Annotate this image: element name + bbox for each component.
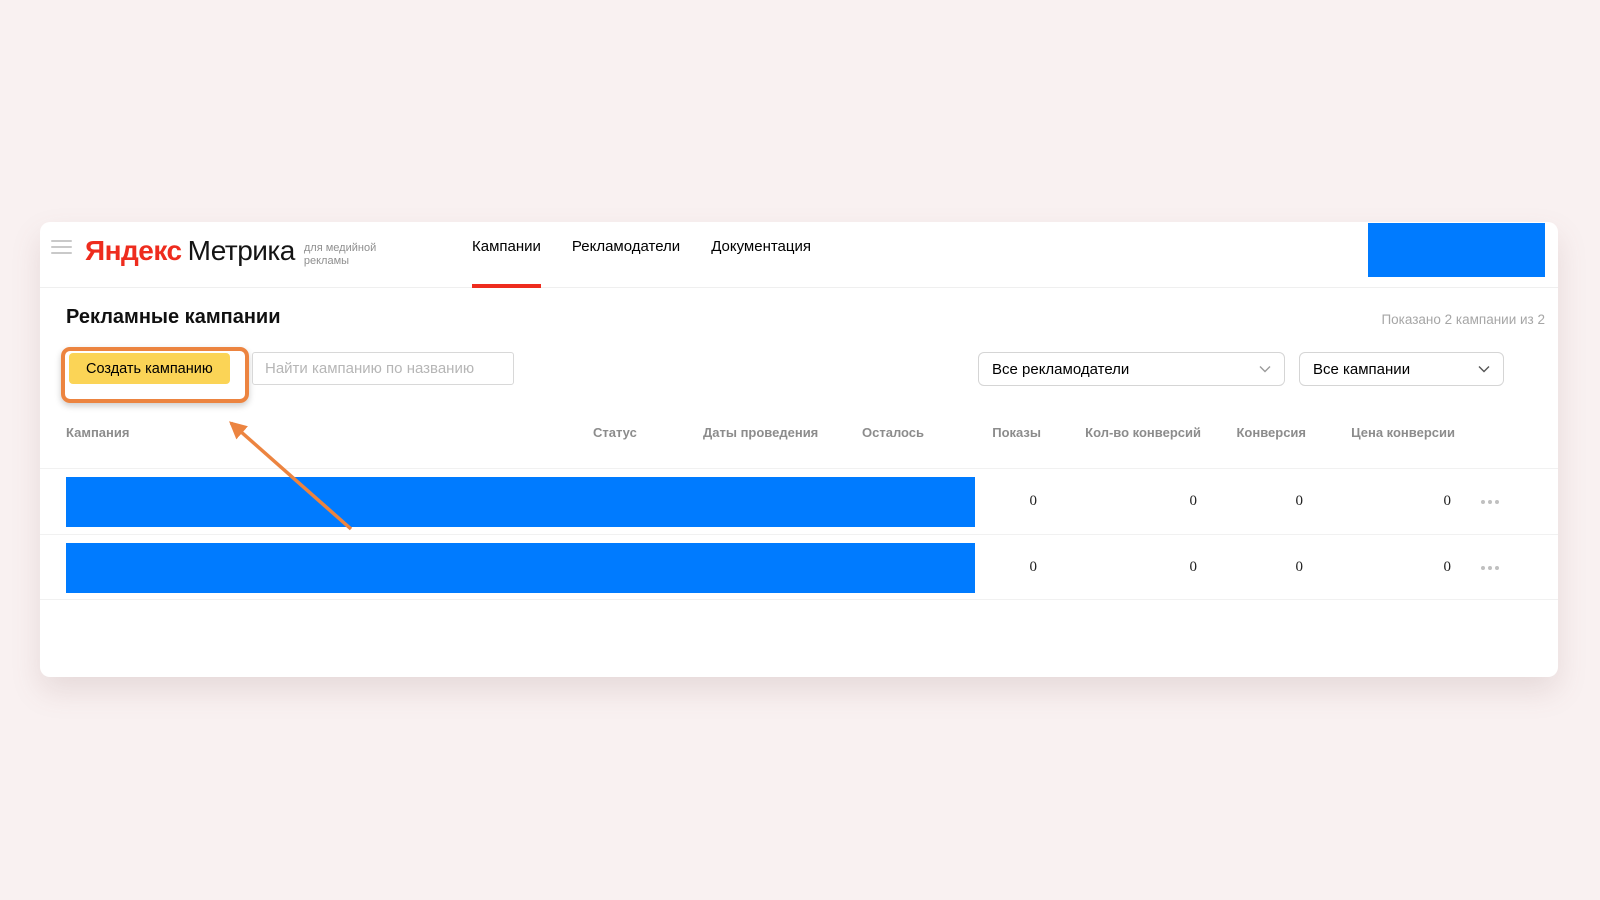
campaigns-filter-dropdown[interactable]: Все кампании — [1299, 352, 1504, 386]
row-actions-button[interactable] — [1465, 469, 1515, 535]
cell-conversion-price: 0 — [1443, 559, 1452, 575]
account-area-redacted[interactable] — [1368, 223, 1545, 277]
col-header-dates: Даты проведения — [703, 425, 819, 440]
main-panel: Яндекс Метрика для медийной рекламы Камп… — [40, 222, 1558, 677]
page-title: Рекламные кампании — [66, 306, 281, 328]
hamburger-icon — [51, 252, 72, 254]
cell-shows: 0 — [1029, 493, 1038, 509]
cell-conversion-price: 0 — [1443, 493, 1452, 509]
col-header-remaining: Осталось — [862, 425, 925, 440]
col-header-status: Статус — [593, 425, 637, 440]
ellipsis-icon — [1495, 500, 1499, 504]
ellipsis-icon — [1488, 566, 1492, 570]
ellipsis-icon — [1488, 500, 1492, 504]
nav-tab-campaigns[interactable]: Кампании — [472, 222, 541, 288]
col-header-conversion-price: Цена конверсии — [1351, 425, 1455, 440]
campaigns-filter-value: Все кампании — [1313, 360, 1411, 378]
logo-brand: Яндекс — [85, 235, 182, 266]
page: Яндекс Метрика для медийной рекламы Камп… — [0, 0, 1600, 900]
hamburger-icon — [51, 246, 72, 248]
row-actions-button[interactable] — [1465, 535, 1515, 601]
create-campaign-button[interactable]: Создать кампанию — [69, 353, 230, 384]
chevron-down-icon — [1259, 366, 1271, 373]
col-header-shows: Показы — [992, 425, 1041, 440]
hamburger-icon — [51, 240, 72, 242]
table-row: 0 0 0 0 — [40, 534, 1558, 600]
menu-button[interactable] — [51, 240, 72, 258]
col-header-conversions-count: Кол-во конверсий — [1085, 425, 1201, 440]
nav-tab-documentation[interactable]: Документация — [711, 222, 811, 288]
cell-conversions-count: 0 — [1189, 559, 1198, 575]
main-nav: Кампании Рекламодатели Документация — [472, 222, 811, 288]
advertisers-filter-value: Все рекламодатели — [992, 360, 1130, 378]
app-header: Яндекс Метрика для медийной рекламы Камп… — [40, 222, 1558, 288]
ellipsis-icon — [1481, 566, 1485, 570]
col-header-campaign: Кампания — [66, 425, 130, 440]
chevron-down-icon — [1478, 366, 1490, 373]
results-summary: Показано 2 кампании из 2 — [1381, 312, 1545, 327]
cell-conversion-rate: 0 — [1295, 493, 1304, 509]
col-header-conversion-rate: Конверсия — [1236, 425, 1306, 440]
logo-tagline: для медийной рекламы — [303, 242, 377, 267]
cell-shows: 0 — [1029, 559, 1038, 575]
campaign-name-redacted[interactable] — [66, 543, 975, 593]
cell-conversions-count: 0 — [1189, 493, 1198, 509]
yandex-metrika-logo: Яндекс Метрика для медийной рекламы — [85, 235, 392, 267]
logo-product: Метрика — [187, 235, 296, 266]
advertisers-filter-dropdown[interactable]: Все рекламодатели — [978, 352, 1285, 386]
ellipsis-icon — [1481, 500, 1485, 504]
campaign-name-redacted[interactable] — [66, 477, 975, 527]
table-row: 0 0 0 0 — [40, 468, 1558, 534]
search-campaign-input[interactable] — [252, 352, 514, 385]
nav-tab-advertisers[interactable]: Рекламодатели — [572, 222, 680, 288]
cell-conversion-rate: 0 — [1295, 559, 1304, 575]
ellipsis-icon — [1495, 566, 1499, 570]
